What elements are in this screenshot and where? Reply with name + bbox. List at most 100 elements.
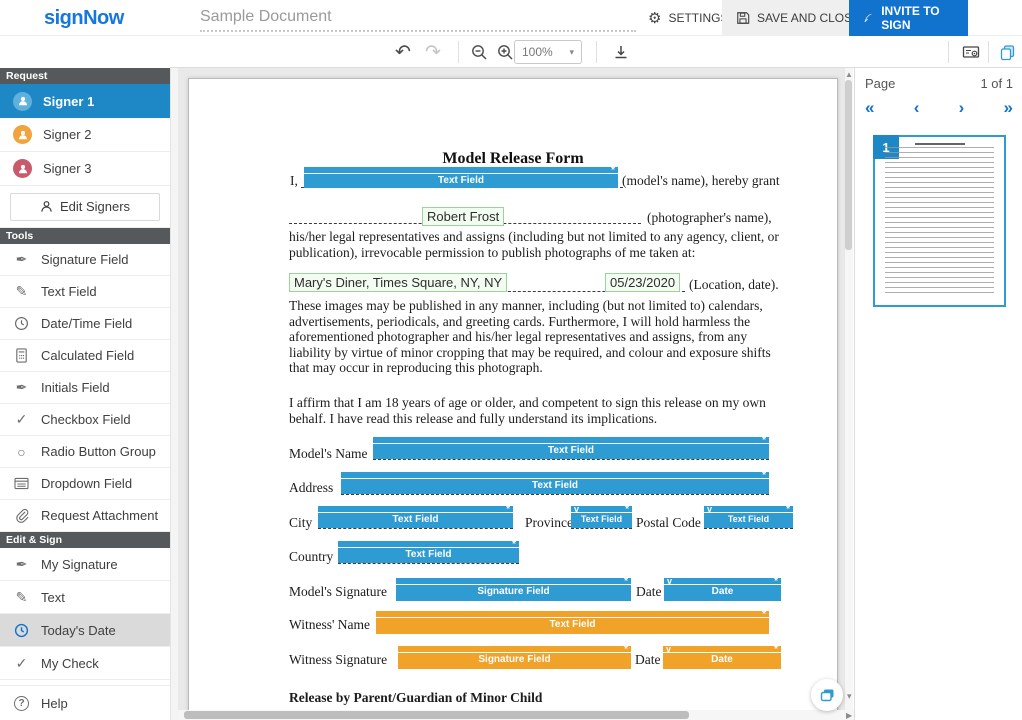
text-field-city[interactable]: * Text Field	[318, 506, 513, 528]
doc-text: (Location, date).	[689, 277, 779, 293]
tool-label: Dropdown Field	[41, 476, 132, 491]
sidebar-item-my-signature[interactable]: ✒ My Signature	[0, 548, 170, 581]
validator-mark: v	[667, 577, 672, 586]
sidebar-scrollbar-track[interactable]	[170, 68, 178, 720]
sidebar-item-checkbox-field[interactable]: ✓ Checkbox Field	[0, 404, 170, 436]
save-and-close-label: SAVE AND CLOSE	[757, 11, 860, 25]
validator-mark: v	[666, 645, 671, 654]
sidebar-item-initials-field[interactable]: ✒ Initials Field	[0, 372, 170, 404]
last-page-button[interactable]: »	[1004, 98, 1013, 118]
zoom-in-button[interactable]	[494, 41, 516, 63]
sidebar-item-request-attachment[interactable]: Request Attachment	[0, 500, 170, 532]
top-bar: signNow Sample Document ⚙ SETTINGS SAVE …	[0, 0, 1022, 36]
undo-button[interactable]: ↶	[392, 41, 414, 63]
next-page-button[interactable]: ›	[959, 98, 965, 118]
chevron-down-icon[interactable]: ▾	[847, 691, 852, 702]
field-settings-button[interactable]	[960, 41, 982, 63]
dropdown-icon	[13, 475, 30, 492]
comments-button[interactable]	[811, 679, 843, 711]
pen-nib-icon: ✒	[13, 251, 30, 268]
invite-to-sign-button[interactable]: INVITE TO SIGN	[849, 0, 968, 36]
tool-label: My Signature	[41, 557, 118, 572]
doc-paragraph: his/her legal representatives and assign…	[289, 229, 781, 260]
person-icon	[17, 95, 29, 107]
redo-button[interactable]: ↷	[422, 41, 444, 63]
tool-label: Date/Time Field	[41, 316, 132, 331]
field-label: Signature Field	[398, 646, 631, 666]
first-page-button[interactable]: «	[865, 98, 874, 118]
text-field-models-name-inline[interactable]: * Text Field	[304, 167, 618, 188]
signer3-label: Signer 3	[43, 161, 91, 176]
edit-signers-button[interactable]: Edit Signers	[10, 193, 160, 221]
zoom-out-button[interactable]	[468, 41, 490, 63]
field-label: Text Field	[376, 611, 769, 631]
text-field-witness-name[interactable]: * Text Field	[376, 611, 769, 634]
person-icon	[17, 129, 29, 141]
text-field-models-name[interactable]: * Text Field	[373, 437, 769, 459]
pages-panel-toggle[interactable]	[996, 41, 1018, 63]
text-field-address[interactable]: * Text Field	[341, 472, 769, 494]
signer1-avatar	[13, 92, 32, 111]
chat-pages-icon	[819, 687, 836, 704]
zoom-level-select[interactable]: 100% ▾	[514, 40, 582, 64]
doc-underline	[373, 459, 769, 460]
sidebar-item-signer-3[interactable]: Signer 3	[0, 152, 170, 186]
sidebar-item-signer-2[interactable]: Signer 2	[0, 118, 170, 152]
doc-label: Model's Name	[289, 446, 368, 462]
pencil-icon: ✎	[13, 283, 30, 300]
horizontal-scrollbar-thumb[interactable]	[184, 711, 689, 719]
vertical-scrollbar-thumb[interactable]	[845, 80, 852, 250]
filled-field-date-taken[interactable]: 05/23/2020	[605, 273, 680, 292]
download-button[interactable]	[610, 41, 632, 63]
thumbnail-content-lines	[885, 147, 994, 295]
pencil-icon: ✎	[13, 589, 30, 606]
text-field-country[interactable]: * Text Field	[338, 541, 519, 563]
tool-label: Text Field	[41, 284, 97, 299]
tool-label: My Check	[41, 656, 99, 671]
signature-field-witness[interactable]: * Signature Field	[398, 646, 631, 669]
filled-field-location[interactable]: Mary's Diner, Times Square, NY, NY	[289, 273, 507, 292]
tool-label: Text	[41, 590, 65, 605]
field-label: Text Field	[571, 506, 632, 526]
sidebar-item-dropdown-field[interactable]: Dropdown Field	[0, 468, 170, 500]
doc-paragraph: I affirm that I am 18 years of age or ol…	[289, 395, 785, 426]
sidebar-item-signature-field[interactable]: ✒ Signature Field	[0, 244, 170, 276]
sidebar-item-my-check[interactable]: ✓ My Check	[0, 647, 170, 680]
doc-footer-heading: Release by Parent/Guardian of Minor Chil…	[289, 690, 542, 706]
editor-toolbar: ↶ ↷ 100% ▾	[170, 36, 1022, 68]
signer1-label: Signer 1	[43, 94, 94, 109]
required-asterisk: *	[774, 578, 778, 586]
edit-signers-row: Edit Signers	[0, 186, 170, 228]
sidebar-item-todays-date[interactable]: Today's Date	[0, 614, 170, 647]
pen-nib-icon: ✒	[13, 379, 30, 396]
signer3-avatar	[13, 159, 32, 178]
sidebar-item-help[interactable]: ? Help	[0, 686, 170, 720]
date-field-witness[interactable]: v * Date	[663, 646, 781, 669]
download-icon	[613, 44, 629, 60]
sidebar-item-text[interactable]: ✎ Text	[0, 581, 170, 614]
document-heading: Model Release Form	[189, 150, 837, 168]
document-title-input[interactable]: Sample Document	[200, 5, 636, 32]
sidebar-item-text-field[interactable]: ✎ Text Field	[0, 276, 170, 308]
text-field-province[interactable]: v * Text Field	[571, 506, 632, 528]
scroll-up-arrow[interactable]: ▲	[845, 70, 853, 79]
previous-page-button[interactable]: ‹	[914, 98, 920, 118]
calculator-icon	[13, 347, 30, 364]
filled-field-photographer-name[interactable]: Robert Frost	[422, 207, 504, 226]
radio-icon: ○	[13, 443, 30, 460]
clock-icon	[13, 622, 30, 639]
sidebar-item-calculated-field[interactable]: Calculated Field	[0, 340, 170, 372]
field-label: Text Field	[318, 506, 513, 526]
signature-field-model[interactable]: * Signature Field	[396, 578, 631, 601]
sidebar-item-radio-button-group[interactable]: ○ Radio Button Group	[0, 436, 170, 468]
date-field-model[interactable]: v * Date	[664, 578, 781, 601]
text-field-postal-code[interactable]: v * Text Field	[704, 506, 793, 528]
sidebar-item-datetime-field[interactable]: Date/Time Field	[0, 308, 170, 340]
scroll-right-arrow[interactable]: ▶	[846, 711, 852, 720]
doc-underline	[571, 528, 632, 529]
page-thumbnail-1[interactable]: 1	[873, 135, 1006, 307]
card-gear-icon	[962, 44, 980, 60]
toolbar-left-fill	[0, 36, 170, 68]
help-label: Help	[41, 696, 68, 711]
sidebar-item-signer-1[interactable]: Signer 1	[0, 84, 170, 118]
